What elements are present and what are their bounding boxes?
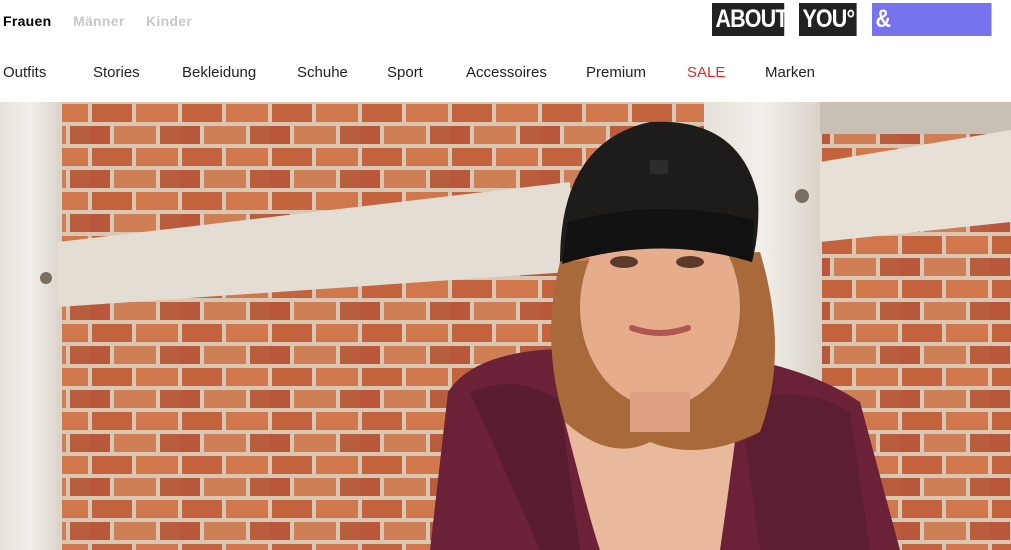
top-bar: Frauen Männer Kinder ABOUT YOU° & EVERYO…	[0, 0, 1011, 66]
nav-item-marken[interactable]: Marken	[765, 64, 815, 81]
nav-item-sport[interactable]: Sport	[387, 64, 423, 81]
brand-logo[interactable]: ABOUT YOU° & EVERYONE	[712, 3, 1011, 66]
gender-tab-kinder[interactable]: Kinder	[146, 13, 192, 29]
gender-tab-frauen[interactable]: Frauen	[3, 13, 51, 29]
timber-top-right	[820, 102, 1011, 134]
nav-item-stories[interactable]: Stories	[93, 64, 140, 81]
nav-item-sale[interactable]: SALE	[687, 64, 725, 81]
logo-about: ABOUT	[712, 3, 788, 36]
nav-item-accessoires[interactable]: Accessoires	[466, 64, 547, 81]
timber-post-left	[0, 102, 62, 550]
hero-illustration	[0, 102, 1011, 550]
nav-item-outfits[interactable]: Outfits	[3, 64, 46, 81]
logo-you: YOU°	[799, 3, 857, 36]
hero-image[interactable]	[0, 102, 1011, 550]
nav-item-bekleidung[interactable]: Bekleidung	[182, 64, 256, 81]
main-navigation: Outfits Stories Bekleidung Schuhe Sport …	[0, 52, 1011, 92]
nav-item-schuhe[interactable]: Schuhe	[297, 64, 348, 81]
gender-tab-maenner[interactable]: Männer	[73, 13, 125, 29]
nav-item-premium[interactable]: Premium	[586, 64, 646, 81]
logo-everyone: & EVERYONE	[872, 3, 992, 66]
